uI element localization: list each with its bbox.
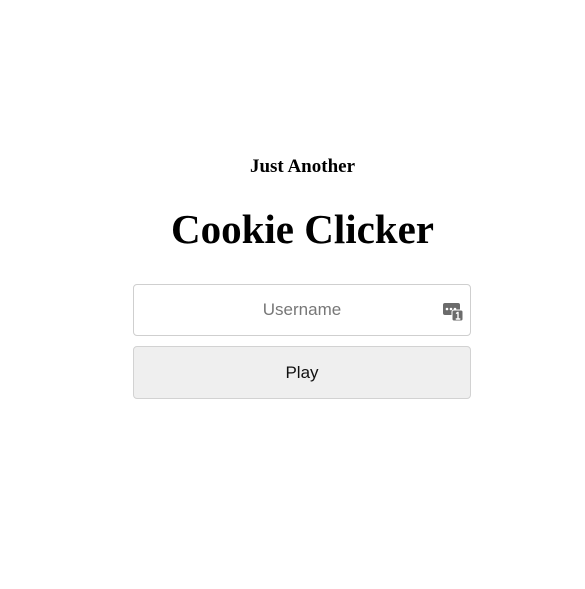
play-button[interactable]: Play bbox=[133, 346, 471, 399]
page-title: Cookie Clicker bbox=[170, 206, 435, 252]
password-manager-key-icon[interactable] bbox=[442, 300, 464, 322]
username-input[interactable] bbox=[134, 285, 470, 335]
username-field-container bbox=[133, 284, 471, 336]
page: Just Another Cookie Clicker Play bbox=[0, 0, 585, 589]
page-subtitle: Just Another bbox=[249, 156, 356, 177]
